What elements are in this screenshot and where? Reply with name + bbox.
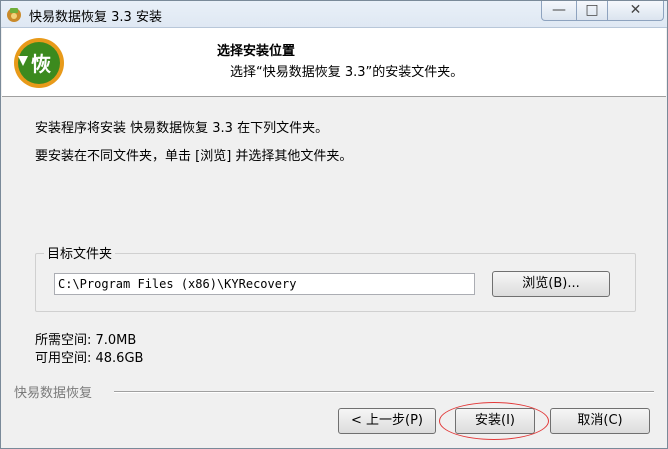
minimize-button[interactable]: — — [541, 1, 577, 21]
install-path-input[interactable]: C:\Program Files (x86)\KYRecovery — [54, 273, 475, 295]
title-bar[interactable]: 快易数据恢复 3.3 安装 — □ ✕ — [1, 1, 667, 28]
page-title: 选择安装位置 — [217, 44, 296, 59]
installer-window: 快易数据恢复 3.3 安装 — □ ✕ 恢 选择安装位置 选择“快易数据恢复 3… — [0, 0, 668, 449]
close-button[interactable]: ✕ — [607, 1, 664, 21]
target-folder-label: 目标文件夹 — [44, 243, 116, 262]
space-required: 所需空间: 7.0MB — [35, 333, 137, 348]
maximize-button[interactable]: □ — [576, 1, 608, 21]
app-logo-icon: 恢 — [14, 38, 64, 88]
instruction-line-1: 安装程序将安装 快易数据恢复 3.3 在下列文件夹。 — [35, 121, 329, 136]
instruction-line-2: 要安装在不同文件夹，单击 [浏览] 并选择其他文件夹。 — [35, 149, 353, 164]
wizard-header: 恢 选择安装位置 选择“快易数据恢复 3.3”的安装文件夹。 — [2, 28, 666, 97]
footer-divider — [114, 391, 654, 393]
install-button[interactable]: 安装(I) — [455, 408, 535, 434]
back-button[interactable]: < 上一步(P) — [338, 408, 436, 434]
page-subtitle: 选择“快易数据恢复 3.3”的安装文件夹。 — [230, 65, 464, 80]
app-icon — [7, 8, 21, 22]
minimize-icon: — — [552, 2, 566, 18]
window-title: 快易数据恢复 3.3 安装 — [29, 10, 162, 25]
cancel-button[interactable]: 取消(C) — [550, 408, 650, 434]
maximize-icon: □ — [585, 2, 599, 18]
space-available: 可用空间: 48.6GB — [35, 351, 144, 366]
browse-button[interactable]: 浏览(B)... — [492, 271, 610, 297]
brand-label: 快易数据恢复 — [14, 386, 93, 401]
wizard-content: 安装程序将安装 快易数据恢复 3.3 在下列文件夹。 要安装在不同文件夹，单击 … — [2, 97, 666, 448]
logo-text: 恢 — [31, 52, 51, 76]
close-icon: ✕ — [629, 2, 642, 18]
